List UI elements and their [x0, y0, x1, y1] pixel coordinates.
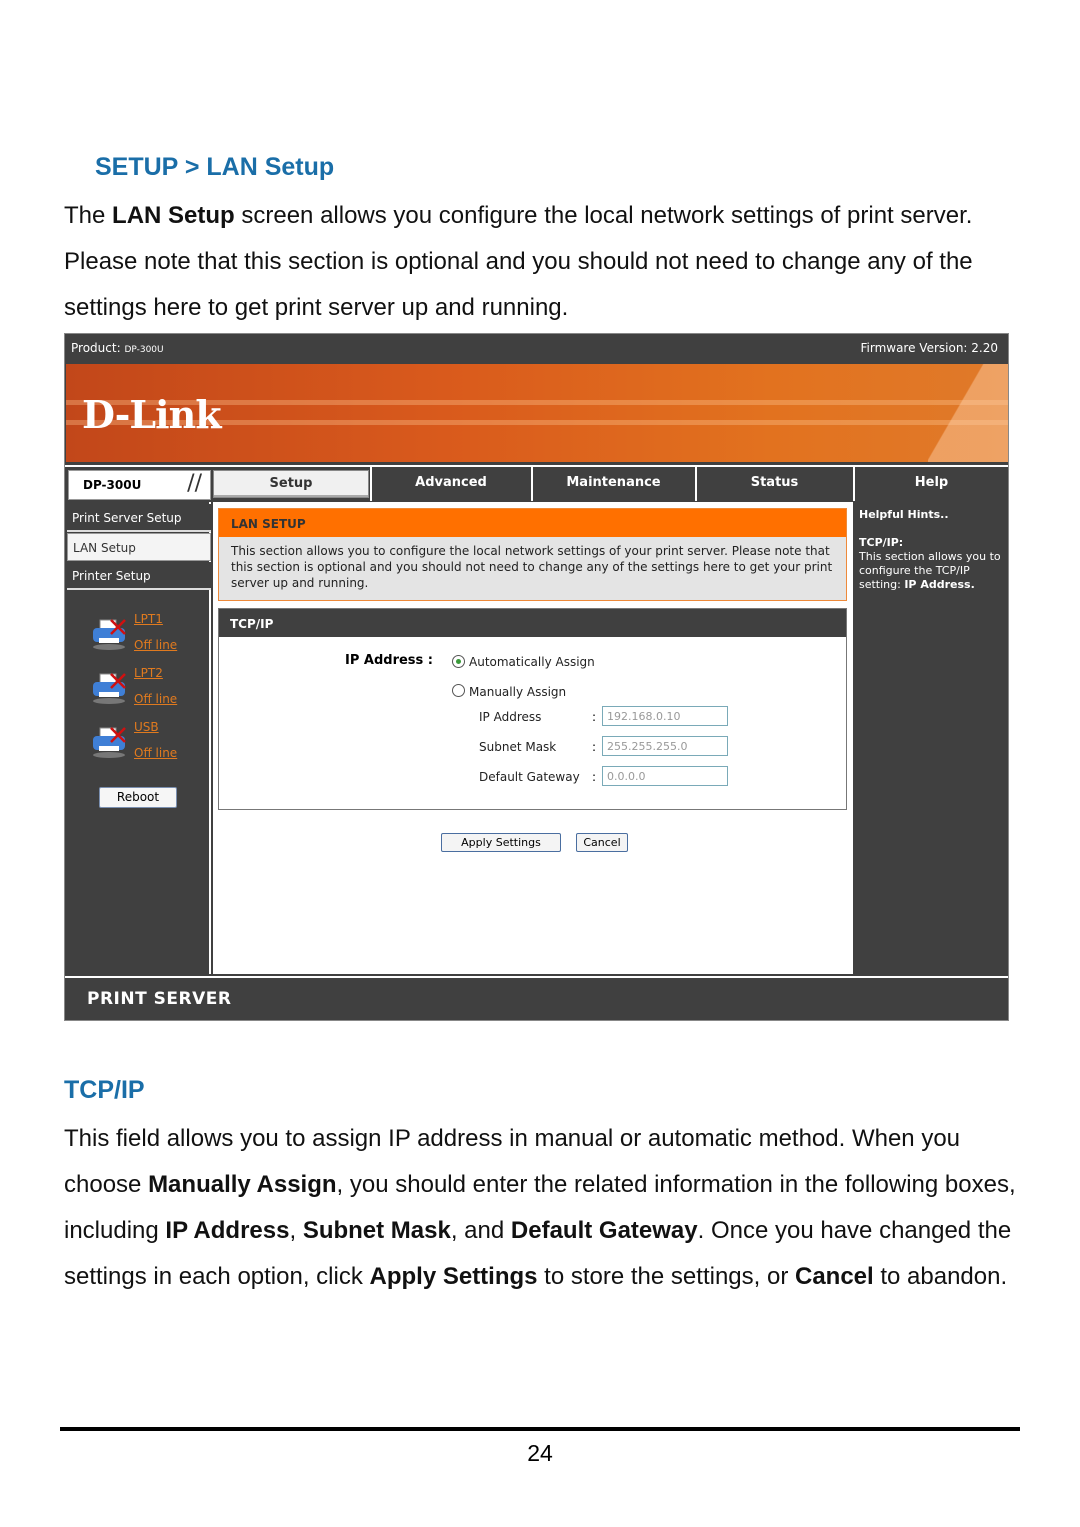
sidebar-item-print-server-setup[interactable]: Print Server Setup — [67, 504, 211, 532]
main-content: LAN SETUP This section allows you to con… — [213, 502, 853, 974]
tab-setup[interactable]: Setup — [213, 470, 369, 498]
printer-offline-icon — [93, 673, 126, 704]
reboot-button[interactable]: Reboot — [99, 787, 177, 808]
tab-help[interactable]: Help — [853, 467, 1008, 501]
cancel-button[interactable]: Cancel — [576, 833, 628, 852]
port-status-link[interactable]: Off line — [134, 692, 177, 706]
lan-setup-title: LAN SETUP — [219, 509, 846, 537]
sidebar-item-lan-setup[interactable]: LAN Setup — [67, 533, 211, 561]
intro-paragraph: The LAN Setup screen allows you configur… — [64, 202, 973, 321]
footer-label: PRINT SERVER — [87, 989, 232, 1009]
gateway-field-label: Default Gateway — [479, 770, 580, 784]
tab-maintenance[interactable]: Maintenance — [531, 467, 694, 501]
tcpip-panel: TCP/IP IP Address : Automatically Assign… — [218, 608, 847, 810]
left-sidebar: Print Server Setup LAN Setup Printer Set… — [65, 502, 211, 974]
port-lpt1: LPT1 Off line — [91, 612, 191, 664]
auto-assign-label[interactable]: Automatically Assign — [469, 655, 595, 669]
section-heading: SETUP > LAN Setup — [95, 153, 335, 181]
port-name-link[interactable]: LPT2 — [134, 666, 163, 680]
manual-assign-label[interactable]: Manually Assign — [469, 685, 566, 699]
lan-setup-description: This section allows you to configure the… — [231, 544, 833, 590]
lan-setup-panel: LAN SETUP This section allows you to con… — [218, 508, 847, 601]
tcpip-paragraph: This field allows you to assign IP addre… — [64, 1125, 1016, 1290]
page-number: 24 — [527, 1440, 553, 1466]
lan-setup-screenshot: Product: DP-300U Firmware Version: 2.20 … — [64, 333, 1009, 1021]
dlink-logo: D-Link — [82, 392, 222, 437]
help-title: Helpful Hints.. — [859, 508, 949, 521]
sidebar-item-printer-setup[interactable]: Printer Setup — [67, 562, 211, 590]
auto-assign-radio[interactable] — [452, 655, 465, 668]
help-text: This section allows you to configure the… — [859, 550, 1001, 591]
apply-settings-button[interactable]: Apply Settings — [441, 833, 561, 852]
port-status-link[interactable]: Off line — [134, 746, 177, 760]
port-status-link[interactable]: Off line — [134, 638, 177, 652]
footer-bar: PRINT SERVER — [65, 976, 1008, 1020]
tab-advanced[interactable]: Advanced — [370, 467, 530, 501]
subnet-field-label: Subnet Mask — [479, 740, 557, 754]
ip-address-label: IP Address : — [345, 653, 433, 668]
printer-offline-icon — [93, 727, 126, 758]
subnet-mask-input[interactable] — [602, 736, 728, 756]
port-name-link[interactable]: LPT1 — [134, 612, 163, 626]
printer-offline-icon — [93, 619, 126, 650]
tcpip-title: TCP/IP — [219, 609, 846, 637]
tab-status[interactable]: Status — [695, 467, 852, 501]
product-info: Product: DP-300U — [71, 341, 164, 355]
top-bar: Product: DP-300U Firmware Version: 2.20 — [65, 334, 1008, 362]
port-usb: USB Off line — [91, 720, 191, 772]
help-panel: Helpful Hints.. TCP/IP: This section all… — [855, 502, 1008, 974]
port-name-link[interactable]: USB — [134, 720, 159, 734]
model-label: DP-300U// — [68, 470, 211, 500]
ip-field-label: IP Address — [479, 710, 542, 724]
port-lpt2: LPT2 Off line — [91, 666, 191, 718]
firmware-version: Firmware Version: 2.20 — [860, 341, 998, 355]
ip-address-input[interactable] — [602, 706, 728, 726]
footer-rule — [60, 1427, 1020, 1431]
banner: D-Link — [66, 364, 1008, 462]
help-topic: TCP/IP: — [859, 536, 904, 549]
nav-bar: DP-300U// Setup Advanced Maintenance Sta… — [65, 465, 1008, 501]
default-gateway-input[interactable] — [602, 766, 728, 786]
manual-assign-radio[interactable] — [452, 684, 465, 697]
tcpip-heading: TCP/IP — [64, 1076, 145, 1104]
